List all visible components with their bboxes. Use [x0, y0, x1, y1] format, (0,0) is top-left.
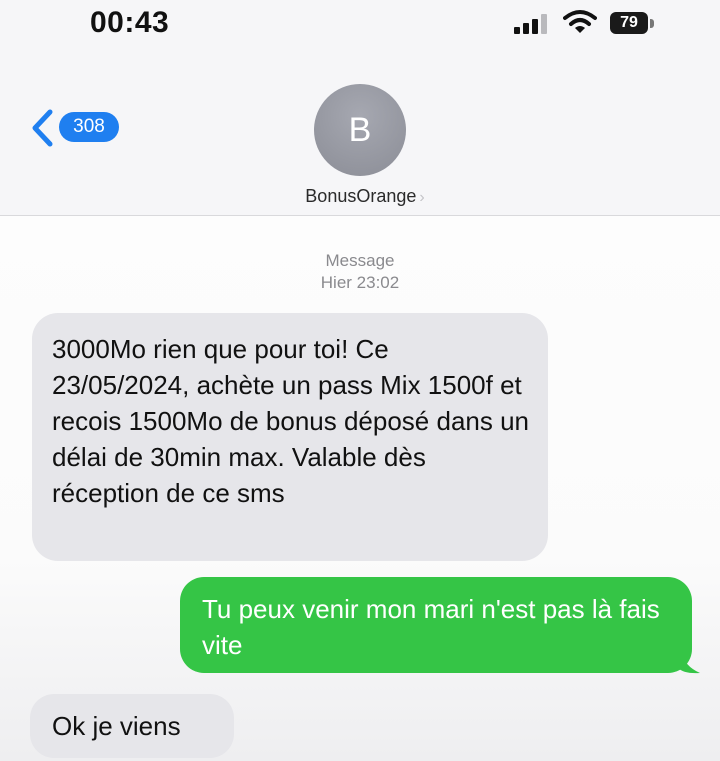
outgoing-bubble-tail: [678, 652, 700, 674]
conversation-timestamp: Message Hier 23:02: [260, 250, 460, 294]
battery-icon: 79: [610, 12, 648, 34]
messages-screen: 00:43 79 308 B BonusOrange › Message Hier…: [0, 0, 720, 761]
message-text: Ok je viens: [52, 711, 181, 741]
contact-name: BonusOrange: [305, 186, 417, 206]
wifi-icon: [563, 10, 597, 33]
contact-name-button[interactable]: BonusOrange ›: [280, 186, 450, 207]
battery-nub: [650, 19, 654, 28]
service-label: Message: [325, 251, 395, 270]
back-unread-count[interactable]: 308: [59, 112, 119, 142]
timestamp: Hier 23:02: [320, 273, 400, 292]
signal-icon: [514, 14, 548, 34]
status-time: 00:43: [90, 6, 170, 39]
chevron-right-icon: ›: [419, 189, 425, 206]
incoming-message-bubble[interactable]: 3000Mo rien que pour toi! Ce 23/05/2024,…: [32, 313, 548, 561]
outgoing-message-bubble[interactable]: Tu peux venir mon mari n'est pas là fais…: [180, 577, 692, 673]
back-chevron-icon[interactable]: [30, 108, 54, 148]
message-text: Tu peux venir mon mari n'est pas là fais…: [202, 594, 660, 660]
message-text: 3000Mo rien que pour toi! Ce 23/05/2024,…: [52, 334, 530, 508]
contact-avatar[interactable]: B: [314, 84, 406, 176]
incoming-message-bubble[interactable]: Ok je viens: [30, 694, 234, 758]
header-divider: [0, 215, 720, 216]
